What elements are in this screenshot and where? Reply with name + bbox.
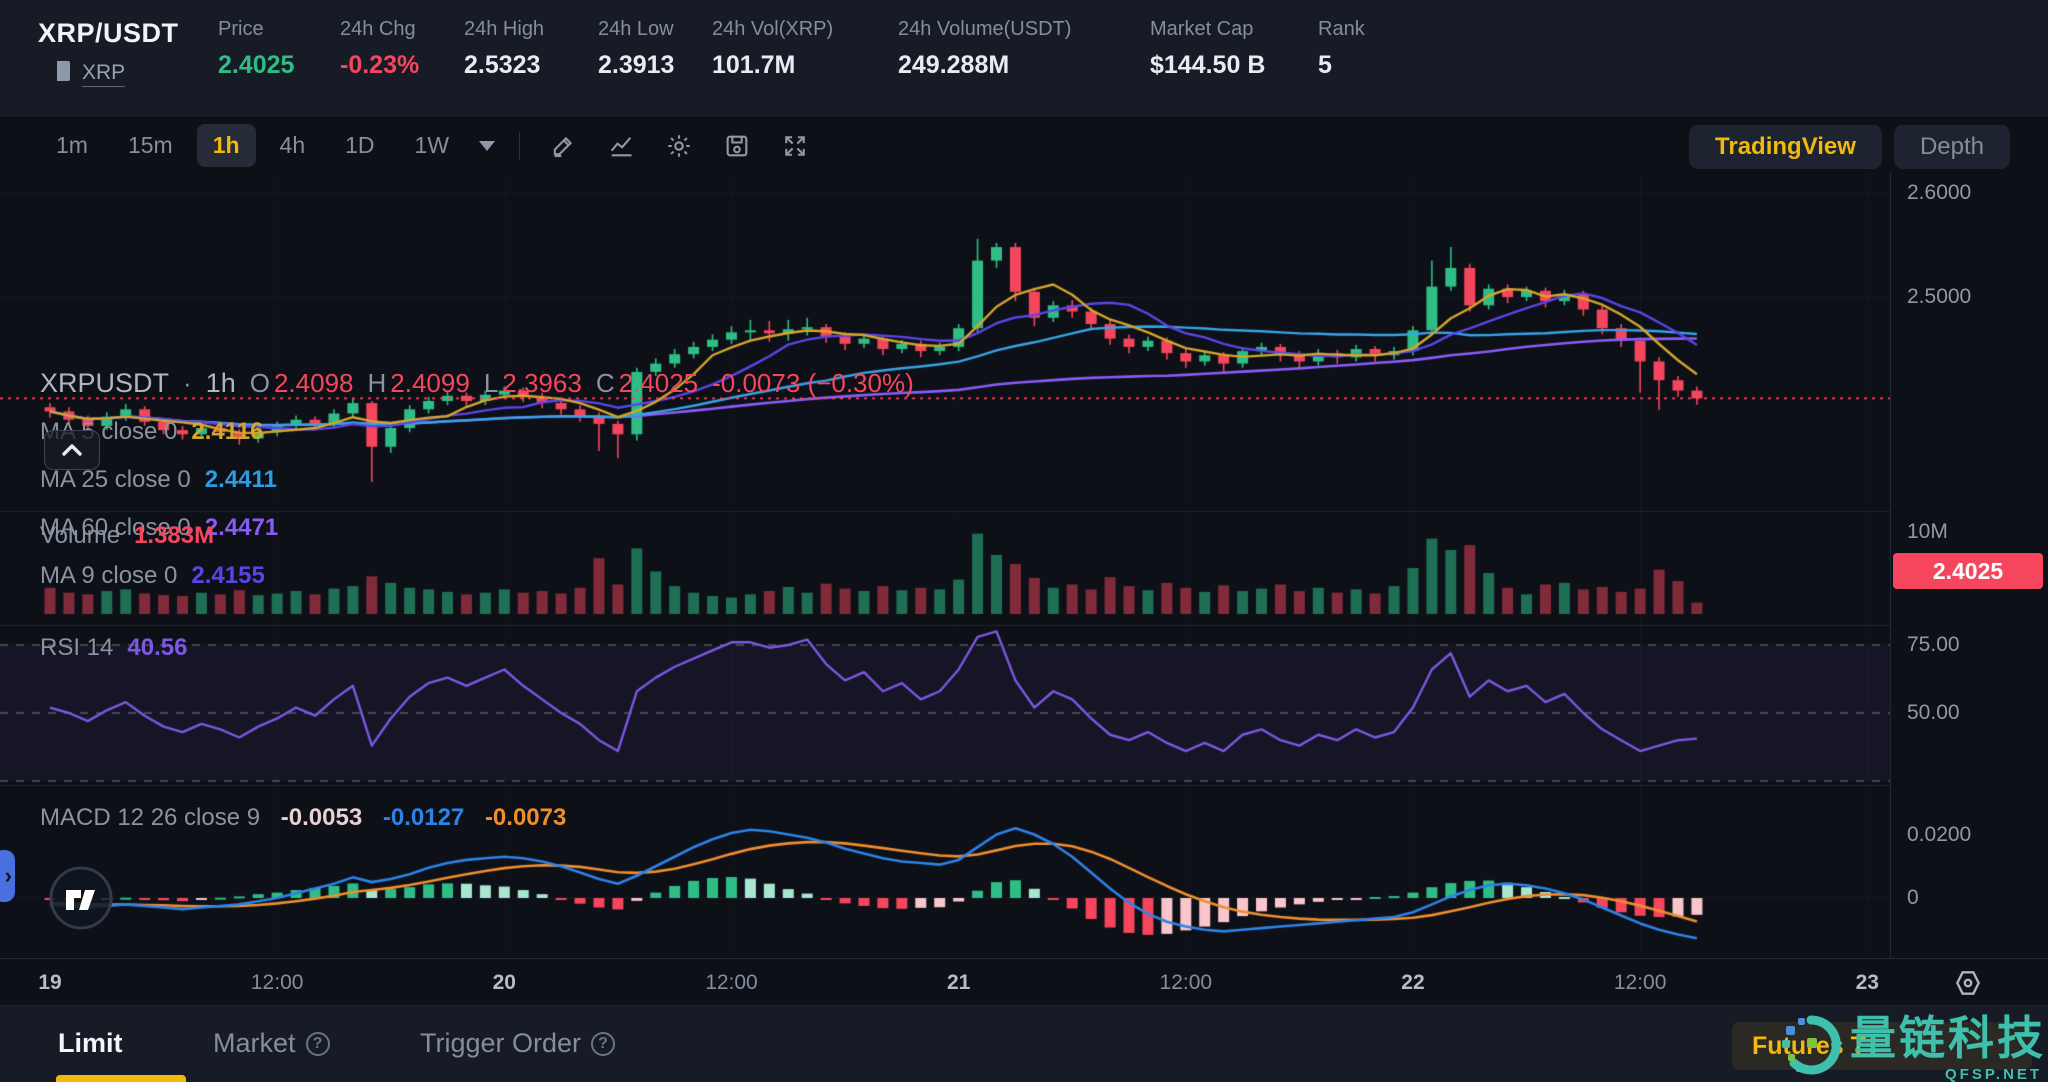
tab-market[interactable]: Market ? (213, 1028, 330, 1059)
draw-tool-icon[interactable] (540, 126, 586, 166)
time-label: 12:00 (250, 971, 304, 994)
axis-label: 75.00 (1907, 633, 1960, 656)
toolbar-divider (519, 131, 521, 160)
axis-label: 2.6000 (1907, 181, 1972, 204)
volume-legend: Volume 1.383M (40, 522, 215, 549)
time-label: 12:00 (705, 971, 758, 994)
axis-label: 0 (1907, 886, 1919, 909)
pair-title: XRP/USDT (38, 18, 179, 48)
close-value: 2.4025 (618, 368, 699, 398)
change-value: -0.23% (340, 51, 420, 79)
tab-trigger-order[interactable]: Trigger Order ? (420, 1028, 616, 1059)
legend-interval: 1h (205, 368, 236, 398)
depth-toggle[interactable]: Depth (1893, 125, 2010, 169)
save-layout-icon[interactable] (714, 126, 760, 166)
trading-app: XRP/USDT XRP Price 2.4025 24h Chg -0.23%… (0, 0, 2048, 1082)
watermark: 量链科技 QFSP.NET (1780, 1014, 2048, 1082)
fullscreen-icon[interactable] (772, 126, 818, 166)
chart-toolbar: 1m 15m 1h 4h 1D 1W TradingView Depth (0, 119, 2048, 172)
price-scale[interactable]: 2.4025 2.6000 2.5000 10M 75.00 50.00 0.0200 0 (1890, 172, 2048, 958)
price-value: 2.4025 (218, 51, 295, 79)
candlestick-chart-canvas[interactable] (0, 172, 1890, 958)
stat-vol-xrp: 24h Vol(XRP) 101.7M (712, 18, 834, 79)
active-tab-indicator (56, 1075, 186, 1082)
stat-vol-usdt: 24h Volume(USDT) 249.288M (898, 18, 1072, 79)
tradingview-logo[interactable] (48, 865, 114, 936)
rsi-legend: RSI 14 40.56 (40, 634, 188, 661)
interval-1d[interactable]: 1D (329, 124, 390, 167)
macd-legend: MACD 12 26 close 9 -0.0053 -0.0127 -0.00… (40, 804, 567, 831)
ma25-value: 2.4411 (204, 466, 277, 493)
stat-price: Price 2.4025 (218, 18, 295, 79)
symbol-block: XRP/USDT XRP (38, 18, 179, 88)
axis-label: 10M (1907, 520, 1948, 543)
interval-15m[interactable]: 15m (112, 124, 189, 167)
ma25-legend: MA 25 close 0 2.4411 (40, 466, 277, 493)
indicator-icon[interactable] (598, 126, 644, 166)
time-label: 22 (1401, 971, 1425, 994)
low-value: 2.3963 (502, 368, 582, 398)
interval-selector: 1m 15m 1h 4h 1D 1W (40, 124, 505, 167)
time-label: 19 (38, 971, 62, 994)
chart-area[interactable]: XRPUSDT · 1h O 2.4098 H 2.4099 L 2.3963 C 2.… (0, 172, 2048, 1005)
tradingview-toggle[interactable]: TradingView (1689, 125, 1882, 169)
time-label: 20 (492, 971, 516, 994)
macd-signal-value: -0.0073 (484, 804, 567, 831)
rsi-value: 40.56 (127, 634, 188, 661)
stat-market-cap: Market Cap $144.50 B (1150, 18, 1266, 79)
asset-doc-icon[interactable] (52, 59, 74, 88)
watermark-domain: QFSP.NET (1945, 1066, 2043, 1082)
time-label: 12:00 (1613, 971, 1667, 994)
axis-label: 50.00 (1907, 701, 1960, 724)
ma60-value: 2.4471 (204, 514, 279, 541)
market-help-icon[interactable]: ? (305, 1031, 330, 1056)
timezone-settings-icon[interactable] (1948, 964, 1988, 1002)
macd-hist-value: -0.0053 (280, 804, 363, 831)
open-value: 2.4098 (273, 368, 354, 398)
time-scale[interactable]: 19 12:00 20 12:00 21 12:00 22 12:00 23 (0, 958, 2048, 1005)
legend-symbol: XRPUSDT (40, 368, 170, 398)
interval-dropdown-icon[interactable] (479, 140, 496, 151)
watermark-title: 量链科技 (1850, 1012, 2046, 1064)
stat-high: 24h High 2.5323 (464, 18, 545, 79)
watermark-logo-icon (1782, 1015, 1841, 1075)
side-panel-handle[interactable]: › (0, 850, 15, 902)
ma5-value: 2.4116 (191, 418, 264, 445)
ma9-legend: MA 9 close 0 2.4155 (40, 562, 265, 589)
ma9-value: 2.4155 (191, 562, 265, 589)
collapse-legend-button[interactable] (44, 430, 100, 470)
interval-1w[interactable]: 1W (399, 124, 466, 167)
interval-1m[interactable]: 1m (40, 124, 104, 167)
order-form-tabs: Limit Market ? Trigger Order ? Futures T… (0, 1005, 2048, 1082)
stat-rank: Rank 5 (1318, 18, 1365, 79)
trigger-order-help-icon[interactable]: ? (591, 1031, 616, 1056)
time-label: 21 (946, 971, 971, 994)
settings-gear-icon[interactable] (656, 126, 702, 166)
axis-label: 2.5000 (1907, 285, 1972, 308)
volume-value: 1.383M (134, 522, 215, 549)
ohlc-legend: XRPUSDT · 1h O 2.4098 H 2.4099 L 2.3963 C 2.… (40, 368, 914, 398)
macd-line-value: -0.0127 (382, 804, 465, 831)
tab-limit[interactable]: Limit (58, 1028, 123, 1059)
change-legend: -0.0073 (−0.30%) (712, 368, 914, 398)
time-label: 23 (1855, 971, 1879, 994)
stat-low: 24h Low 2.3913 (598, 18, 675, 79)
stat-change: 24h Chg -0.23% (340, 18, 420, 79)
base-asset-link[interactable]: XRP (82, 61, 126, 87)
interval-4h[interactable]: 4h (264, 124, 322, 167)
current-price-tag: 2.4025 (1893, 553, 2043, 589)
market-stats-header: XRP/USDT XRP Price 2.4025 24h Chg -0.23%… (0, 0, 2048, 118)
axis-label: 0.0200 (1907, 823, 1972, 846)
interval-1h[interactable]: 1h (196, 124, 256, 167)
time-label: 12:00 (1159, 971, 1213, 994)
high-value: 2.4099 (390, 368, 470, 398)
